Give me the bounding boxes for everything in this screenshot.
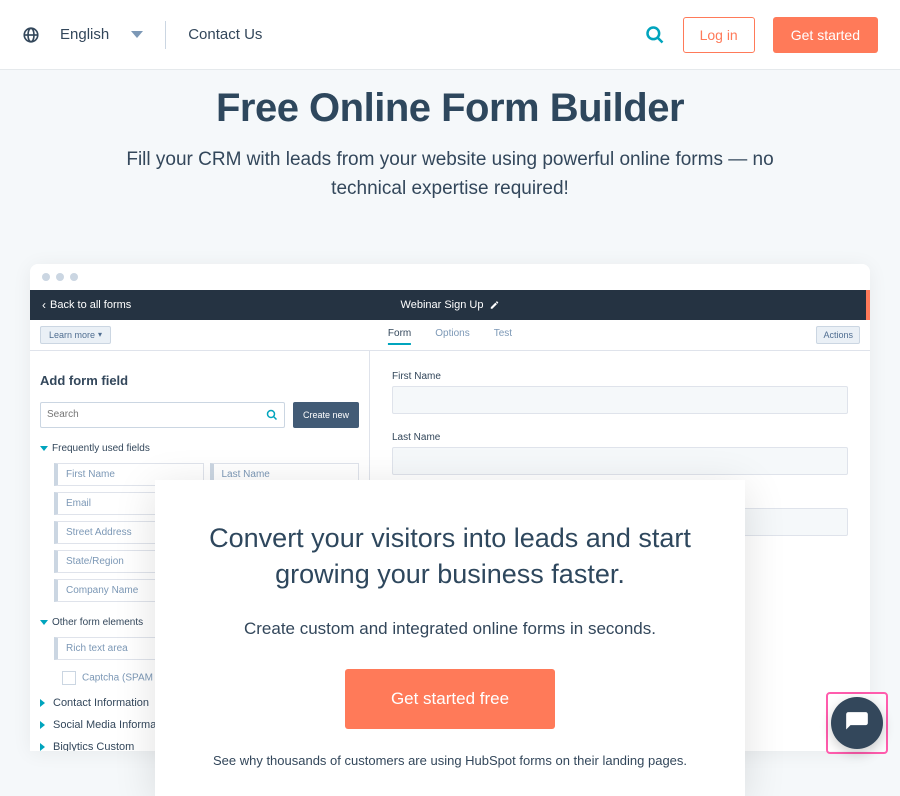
divider — [165, 21, 166, 49]
header-right: Log in Get started — [645, 17, 878, 53]
contact-link[interactable]: Contact Us — [188, 26, 262, 43]
globe-icon — [22, 26, 40, 44]
get-started-free-button[interactable]: Get started free — [345, 669, 555, 729]
panel-heading: Add form field — [40, 373, 359, 388]
accent-strip — [866, 290, 870, 320]
section-label: Biglytics Custom — [53, 741, 134, 751]
caret-right-icon — [40, 699, 49, 707]
caret-down-icon: ▾ — [98, 330, 102, 339]
tab-test[interactable]: Test — [494, 324, 512, 345]
form-title: Webinar Sign Up — [401, 299, 484, 311]
sub-toolbar: Learn more ▾ Form Options Test Actions — [30, 320, 870, 351]
back-link[interactable]: ‹ Back to all forms — [42, 298, 131, 312]
tab-options[interactable]: Options — [435, 324, 469, 345]
chevron-left-icon: ‹ — [42, 298, 46, 312]
site-header: English Contact Us Log in Get started — [0, 0, 900, 70]
category-label: Other form elements — [52, 617, 143, 628]
builder-tabs: Form Options Test — [388, 324, 512, 345]
caret-right-icon — [40, 743, 49, 751]
page-subtitle: Fill your CRM with leads from your websi… — [90, 145, 810, 204]
search-icon — [266, 409, 278, 421]
form-title-group[interactable]: Webinar Sign Up — [401, 299, 500, 311]
cta-subtext: Create custom and integrated online form… — [191, 619, 709, 639]
page-title: Free Online Form Builder — [60, 86, 840, 131]
chat-bubble — [831, 697, 883, 749]
chat-widget[interactable] — [826, 692, 888, 754]
hero: Free Online Form Builder Fill your CRM w… — [0, 70, 900, 204]
get-started-button[interactable]: Get started — [773, 17, 878, 53]
language-label: English — [60, 26, 109, 43]
window-dot — [42, 273, 50, 281]
input-last-name[interactable] — [392, 447, 848, 475]
field-search[interactable] — [40, 402, 285, 428]
label-first-name: First Name — [392, 371, 848, 382]
label-last-name: Last Name — [392, 432, 848, 443]
search-icon[interactable] — [645, 25, 665, 45]
actions-button[interactable]: Actions — [816, 326, 860, 344]
chevron-down-icon — [131, 31, 143, 38]
caret-right-icon — [40, 721, 49, 729]
cta-heading: Convert your visitors into leads and sta… — [191, 520, 709, 593]
section-label: Contact Information — [53, 697, 149, 709]
create-new-button[interactable]: Create new — [293, 402, 359, 428]
input-first-name[interactable] — [392, 386, 848, 414]
learn-more-label: Learn more — [49, 330, 95, 340]
learn-more-button[interactable]: Learn more ▾ — [40, 326, 111, 344]
chat-icon — [844, 710, 870, 736]
back-label: Back to all forms — [50, 299, 131, 311]
browser-chrome — [30, 264, 870, 290]
caret-down-icon — [40, 620, 48, 625]
app-top-bar: ‹ Back to all forms Webinar Sign Up — [30, 290, 870, 320]
search-row: Create new — [40, 402, 359, 428]
language-selector[interactable]: English — [22, 26, 143, 44]
header-left: English Contact Us — [22, 21, 262, 49]
pencil-icon — [489, 300, 499, 310]
tab-form[interactable]: Form — [388, 324, 411, 345]
login-button[interactable]: Log in — [683, 17, 755, 53]
checkbox-icon — [62, 671, 76, 685]
cta-card: Convert your visitors into leads and sta… — [155, 480, 745, 796]
window-dot — [70, 273, 78, 281]
caret-down-icon — [40, 446, 48, 451]
category-label: Frequently used fields — [52, 443, 150, 454]
category-toggle[interactable]: Frequently used fields — [40, 440, 359, 457]
search-input[interactable] — [47, 409, 266, 420]
window-dot — [56, 273, 64, 281]
